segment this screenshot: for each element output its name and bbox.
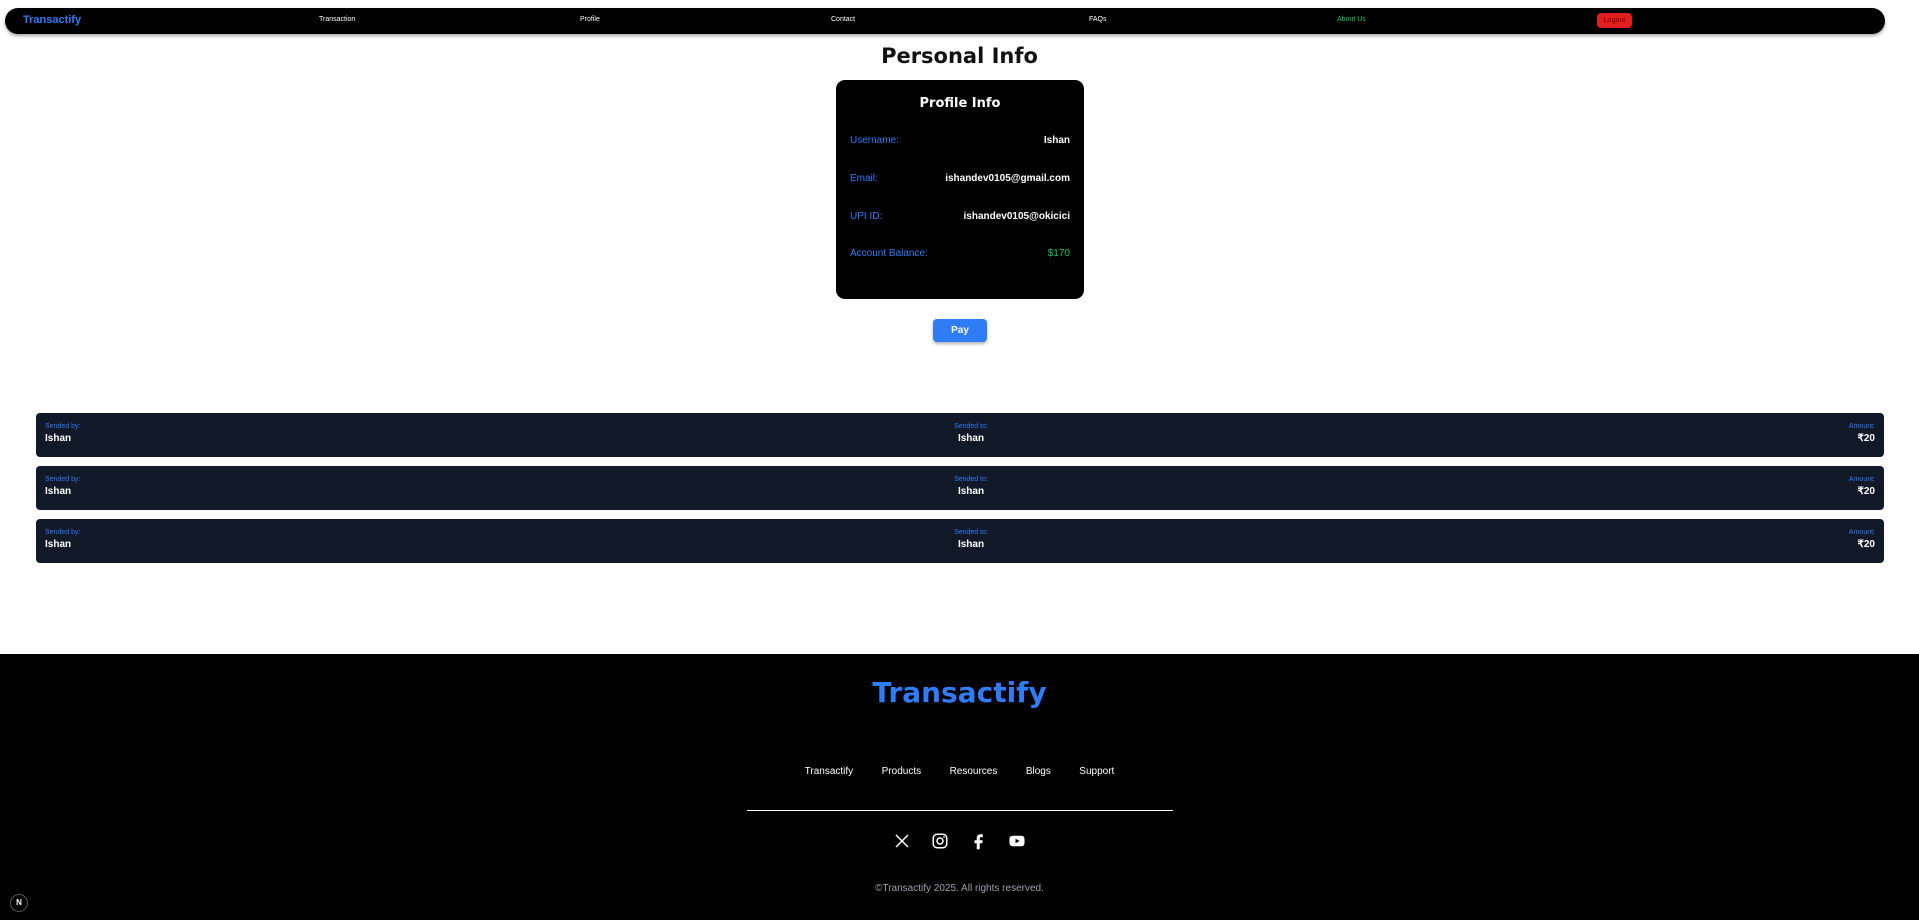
nav-brand-logo[interactable]: Transactify (23, 14, 81, 26)
sent-to-label: Sended to: (954, 476, 988, 483)
account-balance-label: Account Balance: (850, 248, 928, 259)
youtube-icon[interactable] (1008, 832, 1026, 850)
amount-label: Amount: (1848, 476, 1875, 483)
footer-link-support[interactable]: Support (1079, 766, 1114, 777)
username-label: Username: (850, 135, 899, 146)
sent-by-value: Ishan (45, 539, 72, 550)
sent-to-column: Sended to: Ishan (941, 529, 1001, 550)
amount-label: Amount: (1848, 529, 1875, 536)
sent-to-value: Ishan (957, 486, 985, 497)
sent-by-column: Sended by: Ishan (45, 529, 80, 550)
dev-badge[interactable]: N (10, 894, 28, 912)
amount-column: Amount: ₹20 (1849, 476, 1875, 497)
username-value: Ishan (1043, 135, 1070, 146)
transaction-row: Sended by: Ishan Sended to: Ishan Amount… (36, 466, 1884, 510)
amount-value: ₹20 (1857, 433, 1876, 444)
sent-by-value: Ishan (45, 486, 72, 497)
amount-value: ₹20 (1857, 486, 1876, 497)
instagram-icon[interactable] (931, 832, 949, 850)
page-title: Personal Info (881, 44, 1038, 68)
profile-card: Profile Info Username: Ishan Email: isha… (836, 80, 1084, 299)
sent-to-column: Sended to: Ishan (941, 476, 1001, 497)
x-icon[interactable] (893, 832, 911, 850)
sent-by-label: Sended by: (45, 476, 81, 483)
amount-value: ₹20 (1857, 539, 1876, 550)
sent-by-column: Sended by: Ishan (45, 423, 80, 444)
sent-by-value: Ishan (45, 433, 72, 444)
upi-id-label: UPI ID: (850, 211, 883, 222)
sent-to-value: Ishan (957, 433, 985, 444)
transaction-row: Sended by: Ishan Sended to: Ishan Amount… (36, 413, 1884, 457)
email-label: Email: (850, 173, 878, 184)
sent-by-label: Sended by: (45, 423, 81, 430)
amount-column: Amount: ₹20 (1849, 529, 1875, 550)
username-row: Username: Ishan (850, 135, 1070, 149)
footer-brand-logo[interactable]: Transactify (0, 676, 1919, 709)
footer: Transactify Transactify Products Resourc… (0, 654, 1919, 920)
transaction-row: Sended by: Ishan Sended to: Ishan Amount… (36, 519, 1884, 563)
profile-card-title: Profile Info (919, 96, 1001, 111)
footer-link-products[interactable]: Products (882, 766, 921, 777)
email-value: ishandev0105@gmail.com (945, 173, 1070, 184)
footer-divider (747, 810, 1173, 811)
upi-id-row: UPI ID: ishandev0105@okicici (850, 211, 1070, 225)
account-balance-value: $170 (1047, 248, 1070, 259)
pay-button[interactable]: Pay (933, 319, 987, 342)
sent-by-label: Sended by: (45, 529, 81, 536)
footer-links: Transactify Products Resources Blogs Sup… (0, 761, 1919, 779)
nav-link-faqs[interactable]: FAQs (1089, 16, 1107, 23)
footer-link-resources[interactable]: Resources (950, 766, 998, 777)
amount-label: Amount: (1848, 423, 1875, 430)
footer-link-blogs[interactable]: Blogs (1026, 766, 1051, 777)
sent-to-label: Sended to: (954, 423, 988, 430)
amount-column: Amount: ₹20 (1849, 423, 1875, 444)
sent-by-column: Sended by: Ishan (45, 476, 80, 497)
sent-to-value: Ishan (957, 539, 985, 550)
account-balance-row: Account Balance: $170 (850, 248, 1070, 262)
nav-link-contact[interactable]: Contact (831, 16, 855, 23)
logout-button[interactable]: Logout (1597, 13, 1632, 28)
nav-link-profile[interactable]: Profile (580, 16, 600, 23)
social-links (0, 832, 1919, 850)
sent-to-column: Sended to: Ishan (941, 423, 1001, 444)
copyright-text: ©Transactify 2025. All rights reserved. (875, 883, 1044, 894)
upi-id-value: ishandev0105@okicici (963, 211, 1070, 222)
top-navbar: Transactify Transaction Profile Contact … (5, 8, 1885, 34)
sent-to-label: Sended to: (954, 529, 988, 536)
nav-link-about-us[interactable]: About Us (1337, 16, 1366, 23)
footer-link-transactify[interactable]: Transactify (805, 766, 854, 777)
facebook-icon[interactable] (970, 832, 988, 850)
nav-link-transaction[interactable]: Transaction (319, 16, 355, 23)
email-row: Email: ishandev0105@gmail.com (850, 173, 1070, 187)
